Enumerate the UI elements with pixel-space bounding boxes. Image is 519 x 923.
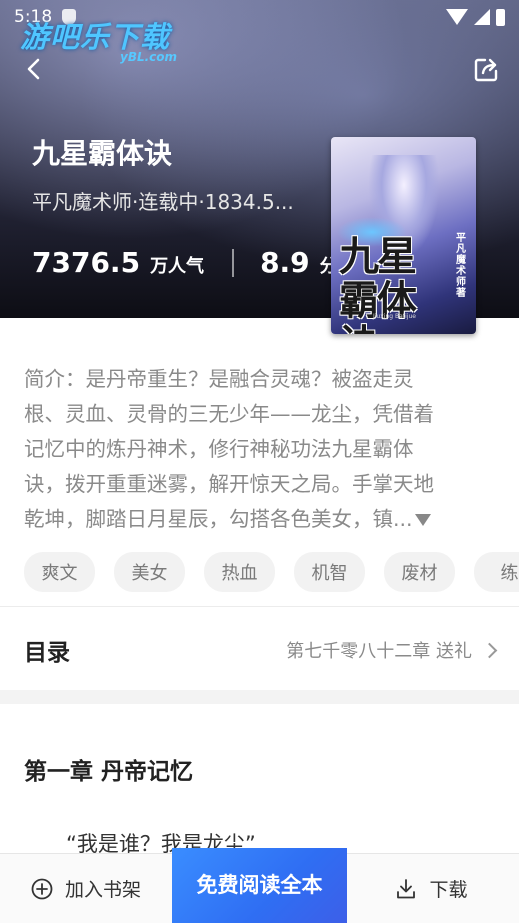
chapter-title: 第一章 丹帝记忆 — [24, 759, 194, 785]
expand-arrow-icon[interactable] — [414, 514, 431, 526]
intro-line: 记忆中的炼丹神术，修行神秘功法九星霸体 — [24, 437, 414, 461]
intro-line: 诀，拨开重重迷雾，解开惊天之局。手掌天地 — [24, 472, 434, 496]
tag-list: 爽文 美女 热血 机智 废材 练 — [24, 552, 519, 592]
share-button[interactable] — [473, 57, 499, 83]
table-of-contents-row[interactable]: 目录 第七千零八十二章 送礼 — [0, 610, 519, 690]
add-to-shelf-label: 加入书架 — [64, 879, 141, 901]
chevron-left-icon — [27, 58, 40, 80]
back-button[interactable] — [22, 56, 48, 82]
popularity-value: 7376.5 — [32, 246, 141, 279]
read-full-button[interactable]: 免费阅读全本 — [172, 848, 347, 923]
signal-icon — [474, 9, 490, 25]
chevron-right-icon — [481, 642, 498, 658]
download-button[interactable]: 下载 — [344, 875, 519, 902]
intro-line: 乾坤，脚踏日月星辰，勾搭各色美女，镇... — [24, 507, 413, 531]
tag-item[interactable]: 美女 — [114, 552, 185, 592]
tag-item[interactable]: 热血 — [204, 552, 275, 592]
book-title: 九星霸体诀 — [32, 137, 173, 170]
stat-divider — [232, 248, 235, 277]
share-icon — [474, 58, 498, 82]
toc-latest-chapter: 第七千零八十二章 送礼 — [286, 641, 472, 662]
tag-item[interactable]: 爽文 — [24, 552, 95, 592]
tag-item[interactable]: 废材 — [384, 552, 455, 592]
cover-author: 平凡魔术师著 — [456, 233, 466, 299]
popularity-unit: 万人气 — [150, 256, 205, 277]
wifi-icon — [446, 9, 468, 25]
intro-line: 简介：是丹帝重生？是融合灵魂？被盗走灵 — [24, 367, 414, 391]
section-gap — [0, 690, 519, 704]
add-to-shelf-button[interactable]: 加入书架 — [0, 875, 172, 902]
download-label: 下载 — [429, 879, 468, 901]
divider — [0, 606, 519, 607]
intro-last-line: 乾坤，脚踏日月星辰，勾搭各色美女，镇... — [24, 502, 496, 537]
book-intro[interactable]: 简介：是丹帝重生？是融合灵魂？被盗走灵 根、灵血、灵骨的三无少年——龙尘，凭借着… — [24, 362, 496, 537]
intro-line: 根、灵血、灵骨的三无少年——龙尘，凭借着 — [24, 402, 434, 426]
plus-circle-icon — [31, 878, 53, 899]
tag-item[interactable]: 练 — [474, 552, 519, 592]
book-meta: 平凡魔术师·连载中·1834.5... — [32, 190, 294, 214]
download-icon — [397, 878, 416, 898]
score-value: 8.9 — [260, 246, 310, 279]
watermark-sub: yBL.com — [120, 50, 178, 64]
book-cover[interactable]: 九星霸体诀 平凡魔术师著 Jiuxing Batijue — [331, 137, 476, 334]
book-stats: 7376.5 万人气 8.9 分 — [32, 246, 338, 279]
battery-icon — [496, 8, 505, 26]
cover-small-text: Jiuxing Batijue — [373, 313, 416, 320]
tag-item[interactable]: 机智 — [294, 552, 365, 592]
toc-label: 目录 — [24, 640, 70, 666]
